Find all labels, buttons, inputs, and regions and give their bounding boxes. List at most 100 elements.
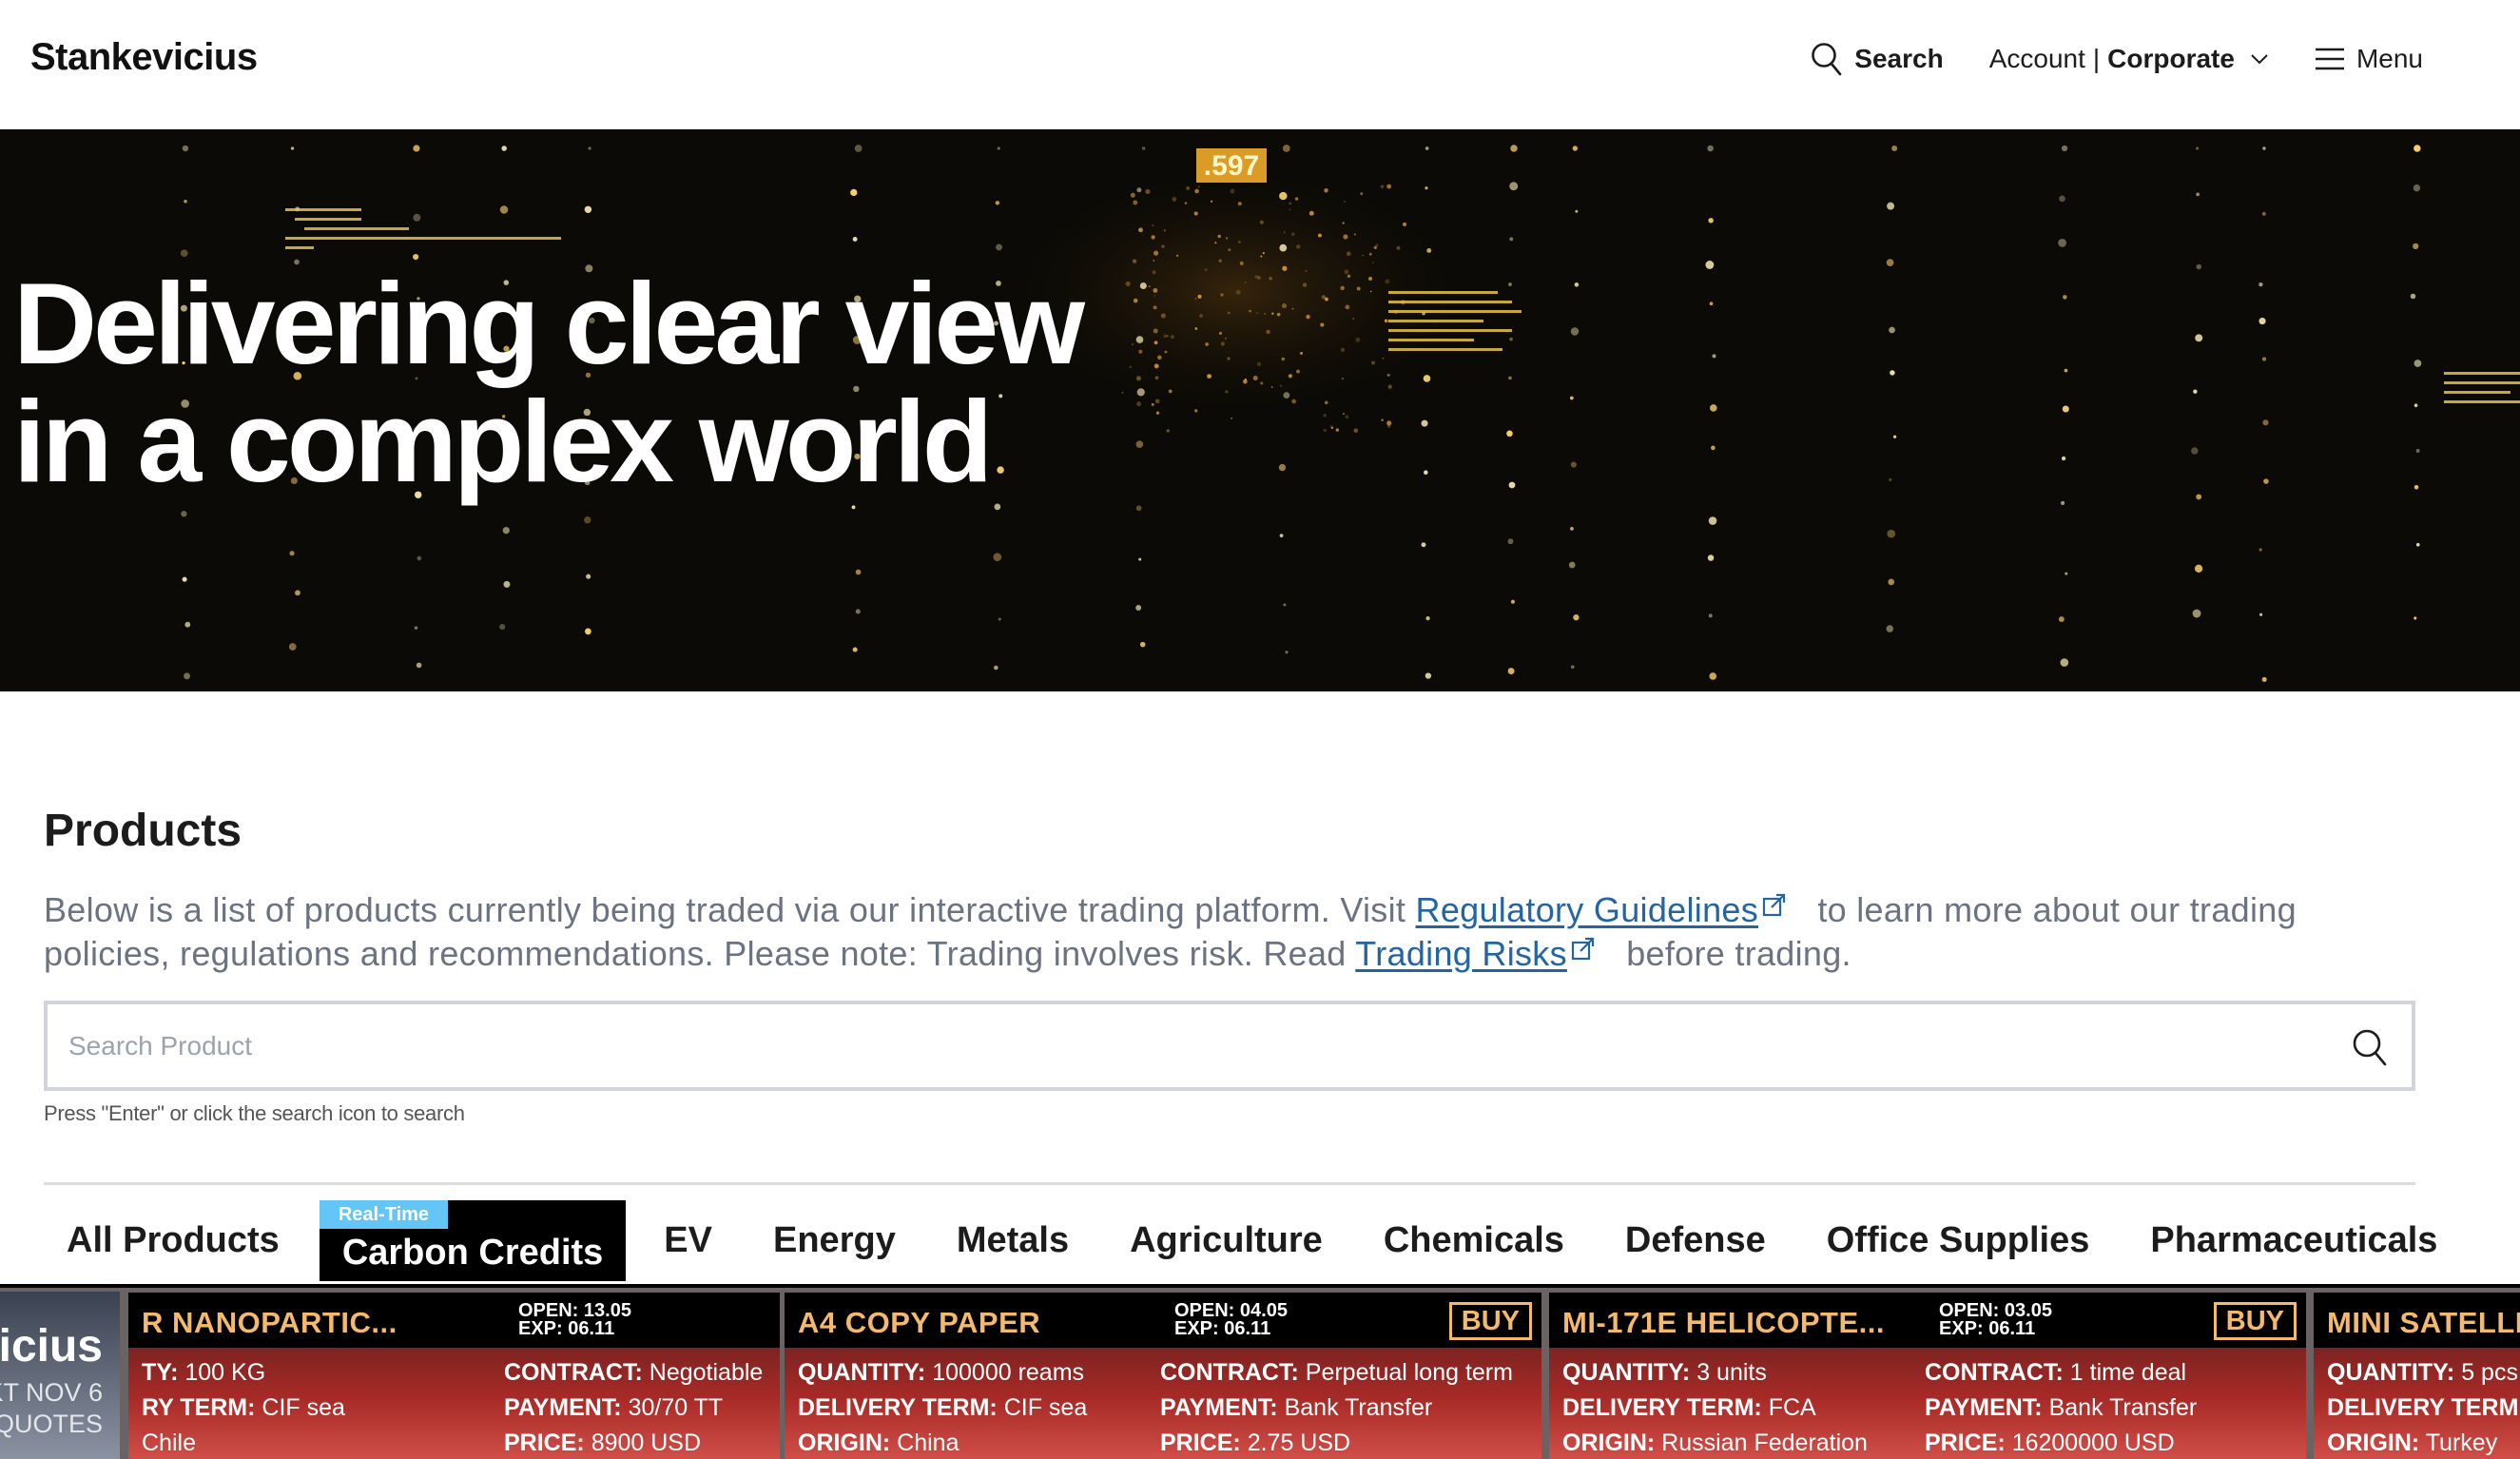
hero-light-dot bbox=[1199, 314, 1203, 318]
hero-light-dot bbox=[850, 188, 858, 197]
hero-light-dot bbox=[1193, 211, 1198, 216]
menu-button[interactable]: Menu bbox=[2315, 44, 2423, 74]
account-dropdown[interactable]: Account | Corporate bbox=[1989, 44, 2269, 74]
hero-light-dot bbox=[1256, 361, 1262, 367]
tab-energy[interactable]: Energy bbox=[750, 1200, 919, 1281]
hero-light-dot bbox=[1283, 231, 1286, 234]
tab-all-products[interactable]: All Products bbox=[44, 1200, 302, 1281]
hero-light-dot bbox=[1152, 224, 1154, 227]
hero-light-dot bbox=[1708, 613, 1713, 618]
tab-office-supplies[interactable]: Office Supplies bbox=[1804, 1200, 2113, 1281]
hero-light-dot bbox=[184, 621, 191, 628]
tab-chemicals[interactable]: Chemicals bbox=[1361, 1200, 1587, 1281]
hero-light-dot bbox=[2259, 613, 2263, 616]
tab-ev[interactable]: EV bbox=[641, 1200, 735, 1281]
buy-button[interactable]: BUY bbox=[1448, 1302, 1532, 1340]
hero-light-dot bbox=[1256, 312, 1259, 314]
site-header: Stankevicius Search Account | Corporate … bbox=[0, 0, 2520, 129]
hero-light-dot bbox=[1205, 342, 1210, 346]
tab-label: Chemicals bbox=[1383, 1220, 1564, 1260]
tab-agriculture[interactable]: Agriculture bbox=[1107, 1200, 1346, 1281]
hero-light-dot bbox=[1302, 282, 1308, 287]
hero-light-dot bbox=[1279, 243, 1288, 252]
hero-light-dot bbox=[1282, 145, 1290, 152]
tab-defense[interactable]: Defense bbox=[1602, 1200, 1789, 1281]
ticker-card[interactable]: A4 COPY PAPER OPEN: 04.05 EXP: 06.11 BUY QUA… bbox=[780, 1288, 1546, 1459]
tab-label: Pharmaceuticals bbox=[2150, 1220, 2438, 1260]
ticker-card[interactable]: R NANOPARTIC...OPEN: 13.05EXP: 06.11BUYT… bbox=[124, 1288, 890, 1459]
ticker-card[interactable]: MINI SATELLIT QUANTITY: 5 pcs DELIVERY TER… bbox=[2309, 1288, 2520, 1459]
hero-light-dot bbox=[1570, 526, 1574, 531]
hero-light-dot bbox=[1135, 376, 1141, 381]
hero-light-dot bbox=[1153, 295, 1156, 297]
hero-light-dot bbox=[1709, 302, 1714, 306]
hero-light-dot bbox=[1170, 335, 1174, 340]
hero-light-dot bbox=[1373, 245, 1377, 249]
hero-light-dot bbox=[2061, 500, 2065, 505]
hero-light-dot bbox=[1300, 351, 1303, 355]
hero-light-dot bbox=[1230, 188, 1235, 194]
hero-light-dot bbox=[1289, 208, 1291, 211]
hero-light-dot bbox=[1238, 241, 1241, 243]
trading-risks-link[interactable]: Trading Risks bbox=[1355, 934, 1567, 973]
hero-light-dot bbox=[855, 569, 862, 575]
hero-light-dot bbox=[1163, 229, 1166, 232]
buy-button[interactable]: BUY bbox=[2213, 1302, 2297, 1340]
hero-light-dot bbox=[2413, 616, 2417, 620]
hero-light-dot bbox=[1386, 184, 1392, 189]
hero-light-dot bbox=[1346, 251, 1351, 257]
hero-light-dot bbox=[1341, 378, 1345, 380]
section-divider bbox=[44, 1182, 2415, 1185]
search-label: Search bbox=[1854, 44, 1944, 73]
hero-light-dot bbox=[2196, 263, 2202, 270]
hero-light-dot bbox=[182, 576, 187, 582]
hero-light-dot bbox=[1153, 363, 1159, 369]
hero-light-dot bbox=[1387, 424, 1391, 428]
product-search-input[interactable] bbox=[68, 1004, 2332, 1087]
hero-light-dot bbox=[1575, 209, 1579, 213]
real-time-badge: Real-Time bbox=[319, 1200, 449, 1229]
hero-light-dot bbox=[1136, 401, 1142, 407]
card-dates: OPEN: 04.05 EXP: 06.11 bbox=[1174, 1301, 1288, 1338]
hero-light-dot bbox=[1352, 317, 1355, 321]
hero-light-dot bbox=[2261, 211, 2266, 216]
card-product-name: A4 COPY PAPER bbox=[798, 1306, 1041, 1339]
hero-light-dot bbox=[1271, 312, 1274, 315]
hero-light-dot bbox=[1382, 357, 1385, 360]
hero-light-dot bbox=[994, 665, 998, 671]
tab-metals[interactable]: Metals bbox=[934, 1200, 1092, 1281]
ticker-card[interactable]: MI-171E HELICOPTE... OPEN: 03.05 EXP: 06.1… bbox=[1544, 1288, 2311, 1459]
hero-light-dot bbox=[1353, 428, 1359, 433]
hero-light-dot bbox=[1153, 260, 1155, 262]
hero-light-dot bbox=[1153, 250, 1159, 256]
hero-light-dot bbox=[2413, 360, 2422, 367]
hero-light-dot bbox=[2061, 145, 2068, 152]
hero-light-dot bbox=[1362, 254, 1365, 257]
search-icon[interactable] bbox=[2351, 1027, 2389, 1067]
hero-light-dot bbox=[1276, 312, 1281, 317]
hero-light-dot bbox=[1285, 651, 1289, 654]
hero-light-dot bbox=[1891, 145, 1898, 152]
hero-light-dot bbox=[1573, 614, 1580, 621]
site-logo[interactable]: Stankevicius bbox=[30, 36, 258, 79]
header-search-button[interactable]: Search bbox=[1811, 42, 1944, 76]
hero-light-dot bbox=[1707, 554, 1715, 561]
tab-pharmaceuticals[interactable]: Pharmaceuticals bbox=[2127, 1200, 2460, 1281]
card-product-name: MINI SATELLIT bbox=[2327, 1306, 2520, 1339]
hero-light-dot bbox=[1306, 314, 1310, 320]
tab-label: EV bbox=[664, 1220, 712, 1260]
hero-light-dot bbox=[1368, 277, 1373, 282]
hero-light-dot bbox=[1153, 340, 1158, 345]
hero-light-dot bbox=[1263, 312, 1266, 315]
regulatory-guidelines-link[interactable]: Regulatory Guidelines bbox=[1416, 890, 1759, 929]
hero-light-dot bbox=[1172, 197, 1177, 202]
hero-light-dot bbox=[1335, 428, 1340, 432]
tab-carbon-credits[interactable]: Real-Time Carbon Credits bbox=[319, 1200, 627, 1281]
hero-light-dot bbox=[1323, 414, 1327, 418]
hero-light-dot bbox=[1138, 557, 1142, 561]
card-header: MINI SATELLIT bbox=[2314, 1293, 2520, 1348]
hero-light-dot bbox=[1218, 259, 1222, 263]
hero-light-dot bbox=[1220, 341, 1225, 346]
hero-light-dot bbox=[1197, 185, 1200, 188]
hero-light-dot bbox=[2195, 334, 2203, 342]
